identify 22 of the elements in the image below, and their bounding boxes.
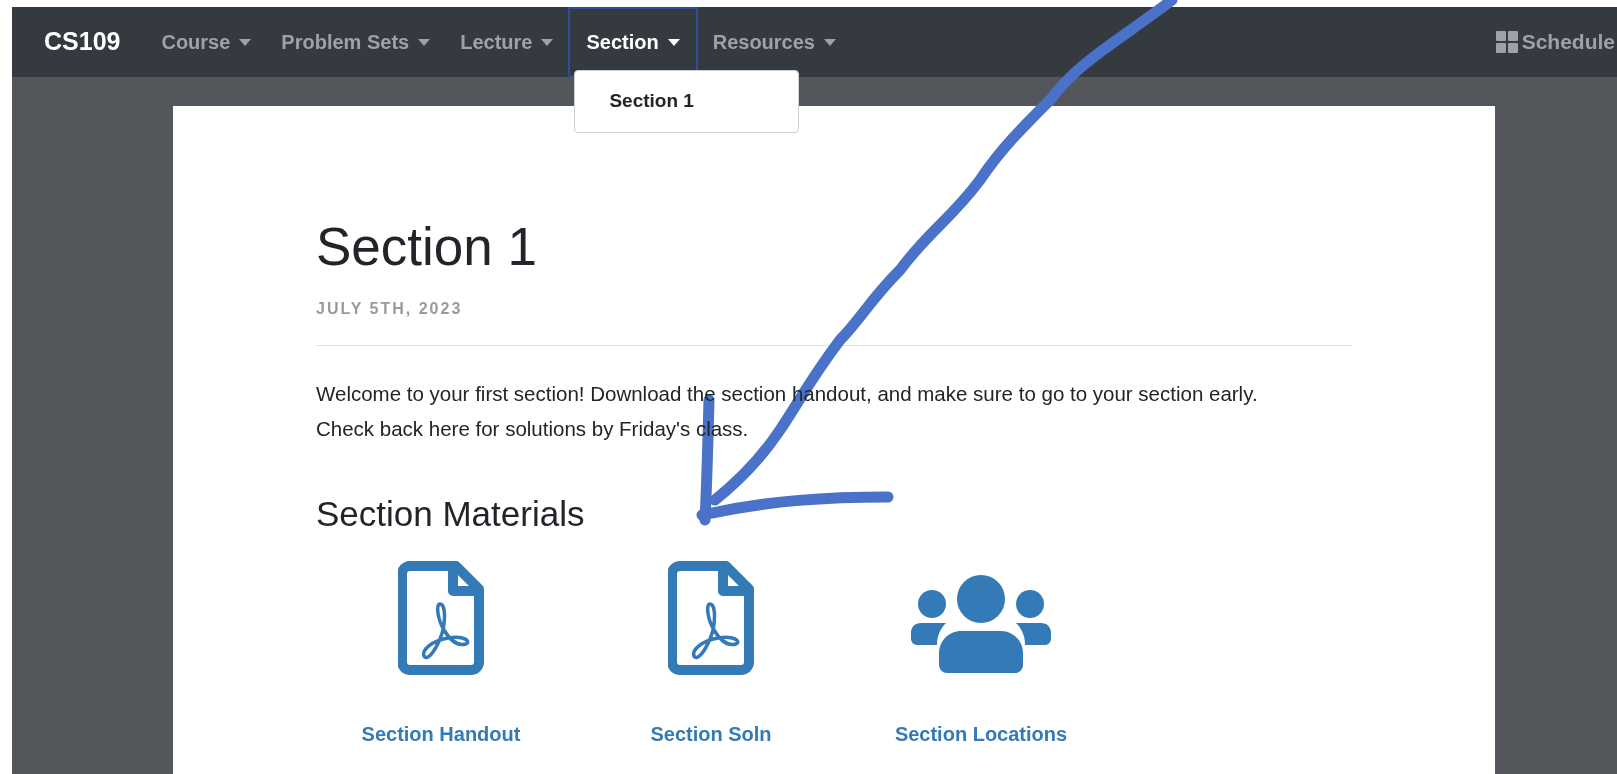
caret-icon	[823, 38, 836, 46]
nav-menu[interactable]: Problem Sets	[266, 7, 446, 77]
nav-menu[interactable]: Lecture	[445, 7, 569, 77]
page-title: Section 1	[316, 220, 538, 273]
pdf-file-icon	[398, 561, 484, 675]
brand-link[interactable]: CS109	[44, 23, 121, 61]
schedule-link[interactable]: Schedule	[1495, 26, 1615, 58]
nav-menu[interactable]: Resources	[697, 7, 851, 77]
material-link[interactable]: Section Handout	[361, 719, 521, 749]
dropdown-item[interactable]: Section 1	[575, 87, 799, 116]
pdf-file-icon	[668, 561, 754, 675]
page-date: JULY 5TH, 2023	[316, 299, 464, 319]
caret-icon	[418, 38, 431, 46]
section-heading: Section Materials	[316, 496, 586, 531]
nav-menu[interactable]: Course	[146, 7, 267, 77]
material-link[interactable]: Section Locations	[894, 719, 1068, 749]
grid-icon	[1495, 31, 1518, 53]
caret-icon	[541, 38, 554, 46]
caret-icon	[667, 38, 680, 46]
people-icon	[911, 575, 1051, 675]
material-link[interactable]: Section Soln	[650, 719, 772, 749]
caret-icon	[239, 38, 252, 46]
